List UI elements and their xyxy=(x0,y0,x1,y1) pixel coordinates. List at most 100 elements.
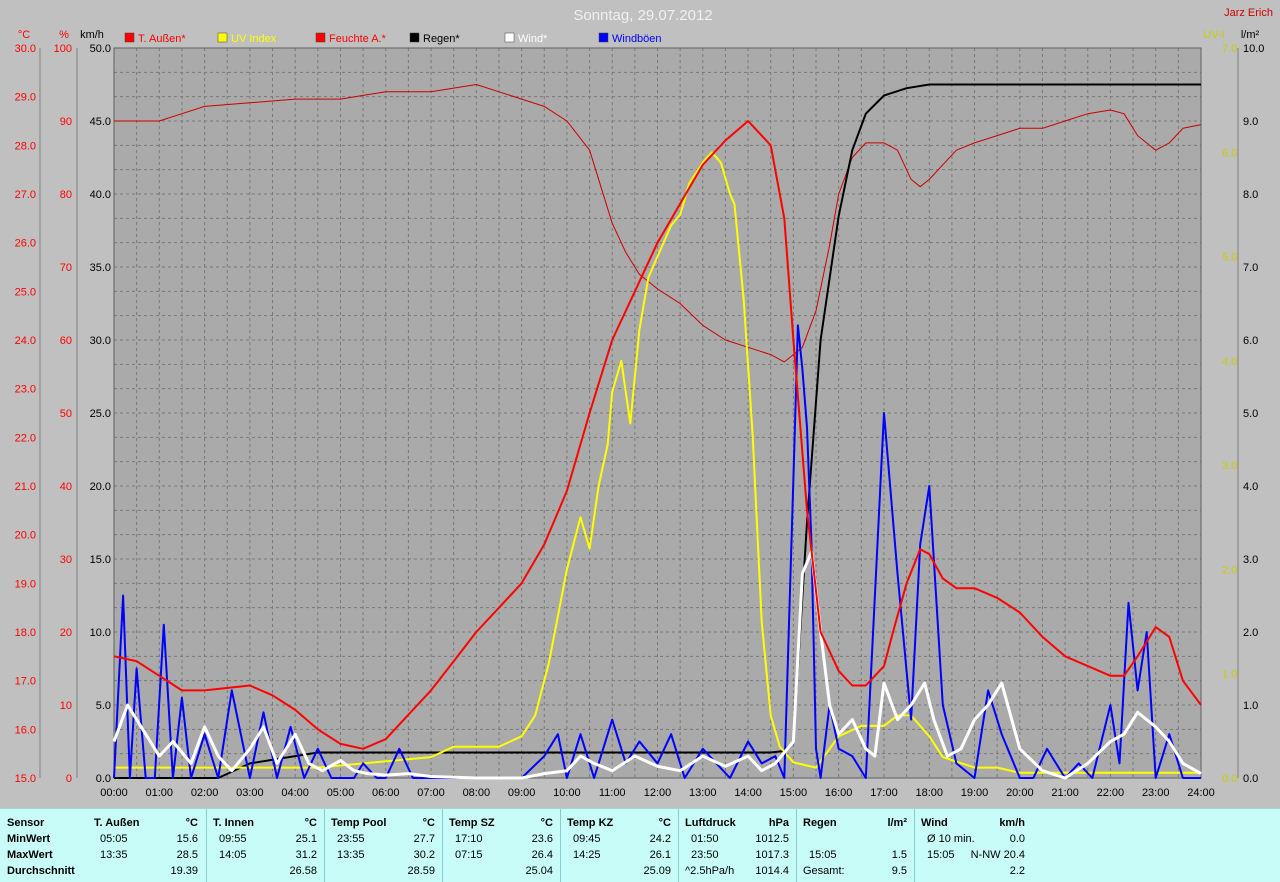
uv-tick-label: 1.0 xyxy=(1222,669,1237,681)
humidity-tick-label: 10 xyxy=(60,700,72,712)
uv-tick-label: 6.0 xyxy=(1222,147,1237,159)
stat-title: Luftdruck xyxy=(685,817,736,829)
temp-axis-unit: °C xyxy=(18,29,30,41)
x-tick-label: 20:00 xyxy=(1006,787,1034,799)
stat-unit: hPa xyxy=(768,817,789,829)
x-tick-label: 17:00 xyxy=(870,787,898,799)
x-tick-label: 24:00 xyxy=(1187,787,1215,799)
wind-tick-label: 40.0 xyxy=(90,189,111,201)
stat-title: Temp SZ xyxy=(449,817,495,829)
stat-max-time: 14:05 xyxy=(219,849,247,861)
legend-swatch xyxy=(409,32,420,43)
humidity-tick-label: 70 xyxy=(60,262,72,274)
wind-tick-label: 25.0 xyxy=(90,408,111,420)
humidity-tick-label: 20 xyxy=(60,627,72,639)
stats-block-temp-kz: Temp KZ °C 09:45 24.2 14:25 26.1 25.09 xyxy=(560,809,679,882)
stat-max-time: 13:35 xyxy=(337,849,365,861)
legend-swatch xyxy=(217,32,228,43)
rain-tick-label: 1.0 xyxy=(1243,700,1258,712)
stat-max-val: 1017.3 xyxy=(755,849,789,861)
stat-unit: °C xyxy=(658,817,671,829)
stat-unit: °C xyxy=(304,817,317,829)
temp-tick-label: 17.0 xyxy=(15,676,36,688)
stats-block-wind: Wind km/h Ø 10 min. 0.0 15:05 N-NW 20.4 2.2 xyxy=(914,809,1033,882)
stat-title: Regen xyxy=(803,817,837,829)
legend-label: Regen* xyxy=(423,33,460,45)
x-tick-label: 10:00 xyxy=(553,787,581,799)
stat-max-val: 26.4 xyxy=(531,849,553,861)
temp-tick-label: 24.0 xyxy=(15,335,36,347)
humidity-tick-label: 100 xyxy=(54,43,72,55)
stat-min-time: 05:05 xyxy=(100,833,128,845)
stat-min-time: 17:10 xyxy=(455,833,483,845)
stat-min-val: 25.1 xyxy=(295,833,317,845)
stat-avg-label: Gesamt: xyxy=(803,865,845,877)
stat-avg-val: 1014.4 xyxy=(755,865,789,877)
temp-tick-label: 30.0 xyxy=(15,43,36,55)
stat-avg-val: 25.04 xyxy=(525,865,553,877)
uv-tick-label: 4.0 xyxy=(1222,356,1237,368)
stat-unit: °C xyxy=(422,817,435,829)
legend-swatch xyxy=(504,32,515,43)
row-label-min: MinWert xyxy=(7,833,51,845)
statistics-panel: Sensor MinWert MaxWert Durchschnitt T. A… xyxy=(0,808,1280,882)
chart-title: Sonntag, 29.07.2012 xyxy=(573,7,712,24)
legend-label: UV Index xyxy=(231,33,277,45)
x-tick-label: 03:00 xyxy=(236,787,264,799)
stat-unit: km/h xyxy=(999,817,1025,829)
stat-title: Wind xyxy=(921,817,948,829)
humidity-tick-label: 80 xyxy=(60,189,72,201)
stat-avg-val: 2.2 xyxy=(1009,865,1025,877)
humidity-tick-label: 90 xyxy=(60,116,72,128)
temp-tick-label: 16.0 xyxy=(15,724,36,736)
stat-unit: °C xyxy=(540,817,553,829)
uv-tick-label: 0.0 xyxy=(1222,773,1237,785)
wind-tick-label: 30.0 xyxy=(90,335,111,347)
humidity-tick-label: 60 xyxy=(60,335,72,347)
x-tick-label: 23:00 xyxy=(1142,787,1170,799)
stat-avg-val: 26.58 xyxy=(289,865,317,877)
stat-max-val: 28.5 xyxy=(176,849,198,861)
wind-axis-unit: km/h xyxy=(80,29,104,41)
stats-block-t-innen: T. Innen °C 09:55 25.1 14:05 31.2 26.58 xyxy=(206,809,325,882)
stat-min-time: 09:45 xyxy=(573,833,601,845)
rain-tick-label: 9.0 xyxy=(1243,116,1258,128)
stat-max-time: 23:50 xyxy=(691,849,719,861)
legend-label: Wind* xyxy=(518,33,548,45)
humidity-axis-unit: % xyxy=(59,29,69,41)
stat-min-val: 27.7 xyxy=(413,833,435,845)
x-tick-label: 19:00 xyxy=(961,787,989,799)
wind-tick-label: 0.0 xyxy=(96,773,111,785)
stat-max-val: 30.2 xyxy=(413,849,435,861)
stat-max-time: 15:05 xyxy=(809,849,837,861)
rain-tick-label: 2.0 xyxy=(1243,627,1258,639)
legend-label: Feuchte A.* xyxy=(329,33,387,45)
author-label: Jarz Erich xyxy=(1224,7,1273,19)
stat-title: Temp KZ xyxy=(567,817,614,829)
x-tick-label: 09:00 xyxy=(508,787,536,799)
rain-tick-label: 6.0 xyxy=(1243,335,1258,347)
stat-max-time: 14:25 xyxy=(573,849,601,861)
wind-tick-label: 20.0 xyxy=(90,481,111,493)
x-tick-label: 06:00 xyxy=(372,787,400,799)
stat-max-val: 1.5 xyxy=(891,849,907,861)
temp-tick-label: 28.0 xyxy=(15,140,36,152)
uv-tick-label: 5.0 xyxy=(1222,252,1237,264)
temp-tick-label: 18.0 xyxy=(15,627,36,639)
stat-avg-val: 28.59 xyxy=(407,865,435,877)
legend-label: T. Außen* xyxy=(138,33,186,45)
stat-avg-label: ^2.5hPa/h xyxy=(685,865,735,877)
rain-tick-label: 0.0 xyxy=(1243,773,1258,785)
temp-tick-label: 20.0 xyxy=(15,530,36,542)
temp-tick-label: 19.0 xyxy=(15,578,36,590)
temp-tick-label: 15.0 xyxy=(15,773,36,785)
row-label-max: MaxWert xyxy=(7,849,53,861)
stat-max-time: 07:15 xyxy=(455,849,483,861)
stat-min-time: 09:55 xyxy=(219,833,247,845)
uv-tick-label: 3.0 xyxy=(1222,460,1237,472)
row-label-sensor: Sensor xyxy=(7,817,45,829)
x-tick-label: 22:00 xyxy=(1097,787,1125,799)
wind-tick-label: 45.0 xyxy=(90,116,111,128)
x-tick-label: 02:00 xyxy=(191,787,219,799)
row-label-avg: Durchschnitt xyxy=(7,865,75,877)
